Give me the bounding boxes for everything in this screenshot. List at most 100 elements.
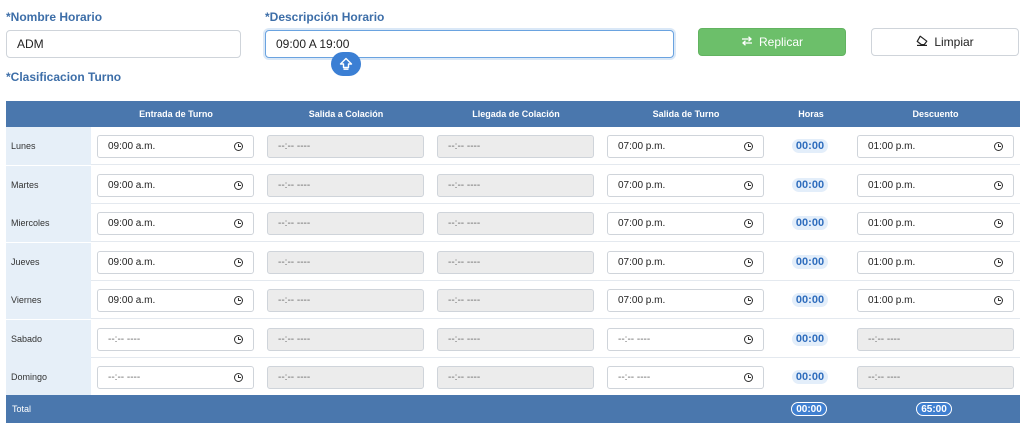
entrada-turno-value: 09:00 a.m.: [108, 218, 156, 229]
header-llegada-colacion: Llegada de Colación: [472, 109, 560, 119]
descuento-value: --:-- ----: [868, 333, 901, 345]
salida-turno-input[interactable]: 07:00 p.m.: [607, 212, 764, 235]
salida-turno-value: 07:00 p.m.: [618, 256, 666, 268]
descuento-input: --:-- ----: [857, 327, 1014, 351]
clock-icon[interactable]: [994, 142, 1003, 151]
header-salida-turno: Salida de Turno: [652, 109, 720, 119]
salida-turno-input[interactable]: 07:00 p.m.: [607, 289, 764, 312]
clock-icon[interactable]: [234, 296, 243, 305]
horas-badge: 00:00: [792, 139, 828, 153]
llegada-colacion-value: --:-- ----: [448, 333, 481, 345]
clock-icon[interactable]: [234, 334, 243, 344]
clock-icon[interactable]: [234, 257, 243, 267]
clock-icon[interactable]: [234, 219, 243, 228]
clock-icon[interactable]: [744, 257, 753, 267]
table-row: Martes 09:00 a.m. --:-- ---- --:-- ---- 07:0…: [6, 165, 1020, 204]
table-row: Miercoles 09:00 a.m. --:-- ---- --:-- ---- 0…: [6, 204, 1020, 242]
entrada-turno-value: 09:00 a.m.: [108, 256, 156, 268]
salida-turno-value: 07:00 p.m.: [618, 179, 666, 191]
descuento-input[interactable]: 01:00 p.m.: [857, 173, 1014, 197]
table-row: Viernes 09:00 a.m. --:-- ---- --:-- ---- 07:…: [6, 281, 1020, 319]
entrada-turno-value: 09:00 a.m.: [108, 179, 156, 191]
entrada-turno-input[interactable]: 09:00 a.m.: [97, 212, 254, 235]
descripcion-horario-input[interactable]: [265, 30, 674, 58]
clock-icon[interactable]: [744, 180, 753, 190]
descuento-input[interactable]: 01:00 p.m.: [857, 250, 1014, 274]
llegada-colacion-input: --:-- ----: [437, 135, 594, 158]
day-label: Viernes: [6, 281, 91, 319]
clock-icon[interactable]: [744, 334, 753, 344]
llegada-colacion-value: --:-- ----: [448, 179, 481, 191]
clock-icon[interactable]: [744, 142, 753, 151]
header-descuento: Descuento: [912, 109, 959, 119]
total-horas-badge: 00:00: [791, 402, 827, 416]
llegada-colacion-value: --:-- ----: [448, 141, 481, 152]
salida-colacion-input: --:-- ----: [267, 212, 424, 235]
entrada-turno-input[interactable]: --:-- ----: [97, 366, 254, 389]
entrada-turno-value: --:-- ----: [108, 333, 141, 345]
salida-turno-input[interactable]: 07:00 p.m.: [607, 250, 764, 274]
clock-icon[interactable]: [744, 373, 753, 382]
clock-icon[interactable]: [234, 373, 243, 382]
clock-icon[interactable]: [744, 219, 753, 228]
total-descuento-badge: 65:00: [916, 402, 952, 416]
clock-icon[interactable]: [234, 142, 243, 151]
entrada-turno-input[interactable]: 09:00 a.m.: [97, 135, 254, 158]
entrada-turno-input[interactable]: --:-- ----: [97, 327, 254, 351]
entrada-turno-input[interactable]: 09:00 a.m.: [97, 173, 254, 197]
descuento-value: 01:00 p.m.: [868, 141, 916, 152]
descuento-input[interactable]: 01:00 p.m.: [857, 135, 1014, 158]
salida-turno-value: --:-- ----: [618, 333, 651, 345]
salida-colacion-input: --:-- ----: [267, 135, 424, 158]
clock-icon[interactable]: [994, 219, 1003, 228]
eraser-icon: [916, 35, 928, 49]
nombre-horario-input[interactable]: [6, 30, 241, 58]
horario-form-page: *Nombre Horario *Descripción Horario Rep…: [0, 0, 1024, 427]
clock-icon[interactable]: [994, 296, 1003, 305]
swap-arrows-icon: [741, 35, 753, 49]
entrada-turno-value: 09:00 a.m.: [108, 295, 156, 306]
entrada-turno-input[interactable]: 09:00 a.m.: [97, 289, 254, 312]
clock-icon[interactable]: [994, 180, 1003, 190]
llegada-colacion-input: --:-- ----: [437, 212, 594, 235]
entrada-turno-value: 09:00 a.m.: [108, 141, 156, 152]
descuento-input[interactable]: 01:00 p.m.: [857, 212, 1014, 235]
llegada-colacion-value: --:-- ----: [448, 256, 481, 268]
llegada-colacion-input: --:-- ----: [437, 289, 594, 312]
descuento-input[interactable]: 01:00 p.m.: [857, 289, 1014, 312]
llegada-colacion-value: --:-- ----: [448, 218, 481, 229]
replicar-button[interactable]: Replicar: [698, 28, 846, 56]
day-label: Jueves: [6, 242, 91, 281]
horas-badge: 00:00: [792, 293, 828, 307]
table-row: Lunes 09:00 a.m. --:-- ---- --:-- ---- 07:00…: [6, 127, 1020, 165]
salida-turno-input[interactable]: 07:00 p.m.: [607, 173, 764, 197]
salida-turno-value: 07:00 p.m.: [618, 295, 666, 306]
llegada-colacion-input: --:-- ----: [437, 173, 594, 197]
salida-turno-input[interactable]: 07:00 p.m.: [607, 135, 764, 158]
salida-turno-input[interactable]: --:-- ----: [607, 366, 764, 389]
entrada-turno-input[interactable]: 09:00 a.m.: [97, 250, 254, 274]
clock-icon[interactable]: [744, 296, 753, 305]
salida-colacion-value: --:-- ----: [278, 141, 311, 152]
descuento-input: --:-- ----: [857, 366, 1014, 389]
table-header: Entrada de Turno Salida a Colación Llega…: [6, 101, 1020, 127]
entrada-turno-value: --:-- ----: [108, 372, 141, 383]
table-footer: Total 00:00 65:00: [6, 395, 1020, 423]
table-row: Sabado --:-- ---- --:-- ---- --:-- ---- --:-…: [6, 319, 1020, 358]
horas-badge: 00:00: [792, 177, 828, 192]
shift-arrow-icon[interactable]: [331, 52, 361, 76]
limpiar-button[interactable]: Limpiar: [871, 28, 1019, 56]
descuento-value: 01:00 p.m.: [868, 179, 916, 191]
header-entrada-turno: Entrada de Turno: [139, 109, 213, 119]
salida-colacion-input: --:-- ----: [267, 289, 424, 312]
replicar-label: Replicar: [758, 35, 803, 49]
descuento-value: --:-- ----: [868, 372, 901, 383]
salida-colacion-value: --:-- ----: [278, 256, 311, 268]
clock-icon[interactable]: [234, 180, 243, 190]
horas-badge: 00:00: [792, 254, 828, 269]
llegada-colacion-input: --:-- ----: [437, 250, 594, 274]
table-row: Domingo --:-- ---- --:-- ---- --:-- ---- --:…: [6, 358, 1020, 396]
salida-turno-input[interactable]: --:-- ----: [607, 327, 764, 351]
clock-icon[interactable]: [994, 257, 1003, 267]
salida-colacion-value: --:-- ----: [278, 295, 311, 306]
